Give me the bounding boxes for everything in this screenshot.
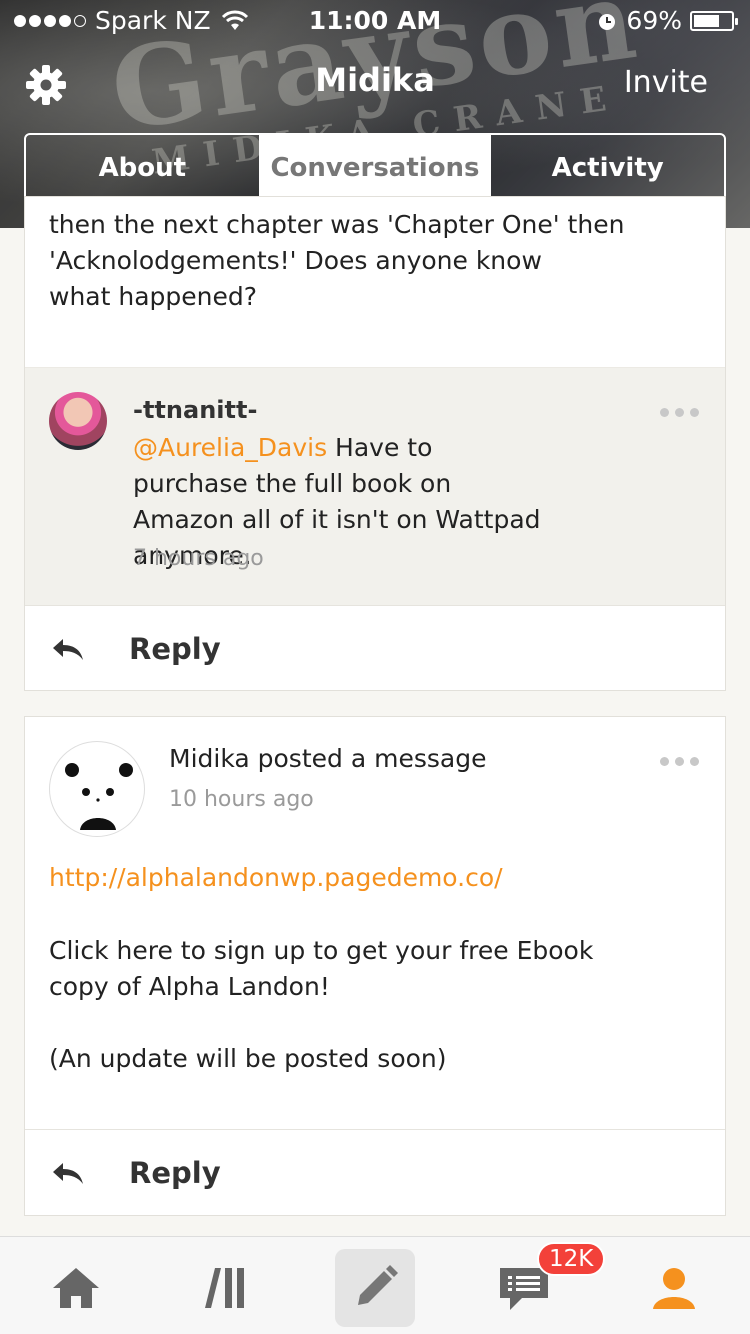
reply-button[interactable]: Reply	[25, 605, 725, 691]
bottom-tab-bar: 12K	[0, 1236, 750, 1334]
tab-write[interactable]	[335, 1249, 415, 1327]
more-options-icon[interactable]	[660, 408, 699, 417]
avatar[interactable]	[49, 741, 145, 837]
post-text-clipped: then the next chapter was 'Chapter One' …	[49, 210, 625, 239]
tab-activity[interactable]: Activity	[491, 135, 724, 201]
profile-icon	[653, 1268, 695, 1309]
comment-username[interactable]: -ttnanitt-	[133, 396, 257, 424]
panda-avatar-icon	[65, 763, 133, 830]
battery-percent: 69%	[626, 6, 682, 35]
mention-link[interactable]: @Aurelia_Davis	[133, 433, 327, 462]
more-options-icon[interactable]	[660, 757, 699, 766]
battery-icon	[690, 10, 738, 31]
conversation-post: then the next chapter was 'Chapter One' …	[24, 196, 726, 691]
tab-home[interactable]	[36, 1249, 116, 1327]
tab-library[interactable]	[186, 1249, 266, 1327]
reply-button[interactable]: Reply	[25, 1129, 725, 1215]
post-paragraph: (An update will be posted soon)	[49, 1044, 447, 1073]
library-icon	[205, 1268, 244, 1308]
tab-profile[interactable]	[634, 1249, 714, 1327]
write-icon	[358, 1265, 398, 1305]
post-paragraph: Click here to sign up to get your free E…	[49, 936, 594, 1001]
home-icon	[53, 1268, 99, 1308]
post-author-line: Midika posted a message	[169, 744, 487, 773]
post-text: 'Acknolodgements!' Does anyone know what…	[49, 246, 542, 311]
nav-bar: Midika Invite	[0, 55, 750, 115]
invite-button[interactable]: Invite	[624, 65, 708, 100]
tab-conversations[interactable]: Conversations	[258, 135, 492, 201]
reply-label: Reply	[129, 1155, 221, 1190]
conversation-post: Midika posted a message 10 hours ago htt…	[24, 716, 726, 1216]
reply-icon	[53, 638, 83, 660]
post-link[interactable]: http://alphalandonwp.pagedemo.co/	[49, 863, 503, 892]
comment-timestamp: 7 hours ago	[133, 546, 264, 571]
profile-header: Grayson MIDIKA CRANE Spark NZ 11:00 AM 6…	[0, 0, 750, 228]
messages-badge: 12K	[537, 1242, 606, 1276]
alarm-icon	[599, 13, 616, 30]
comment: -ttnanitt- @Aurelia_Davis Have to purcha…	[25, 367, 725, 605]
tab-about[interactable]: About	[26, 135, 259, 201]
avatar[interactable]	[49, 392, 107, 450]
segmented-tabs: About Conversations Activity	[24, 133, 726, 203]
reply-label: Reply	[129, 631, 221, 666]
reply-icon	[53, 1162, 83, 1184]
post-timestamp: 10 hours ago	[169, 787, 314, 812]
status-bar: Spark NZ 11:00 AM 69%	[0, 0, 750, 40]
status-right: 69%	[596, 6, 738, 35]
